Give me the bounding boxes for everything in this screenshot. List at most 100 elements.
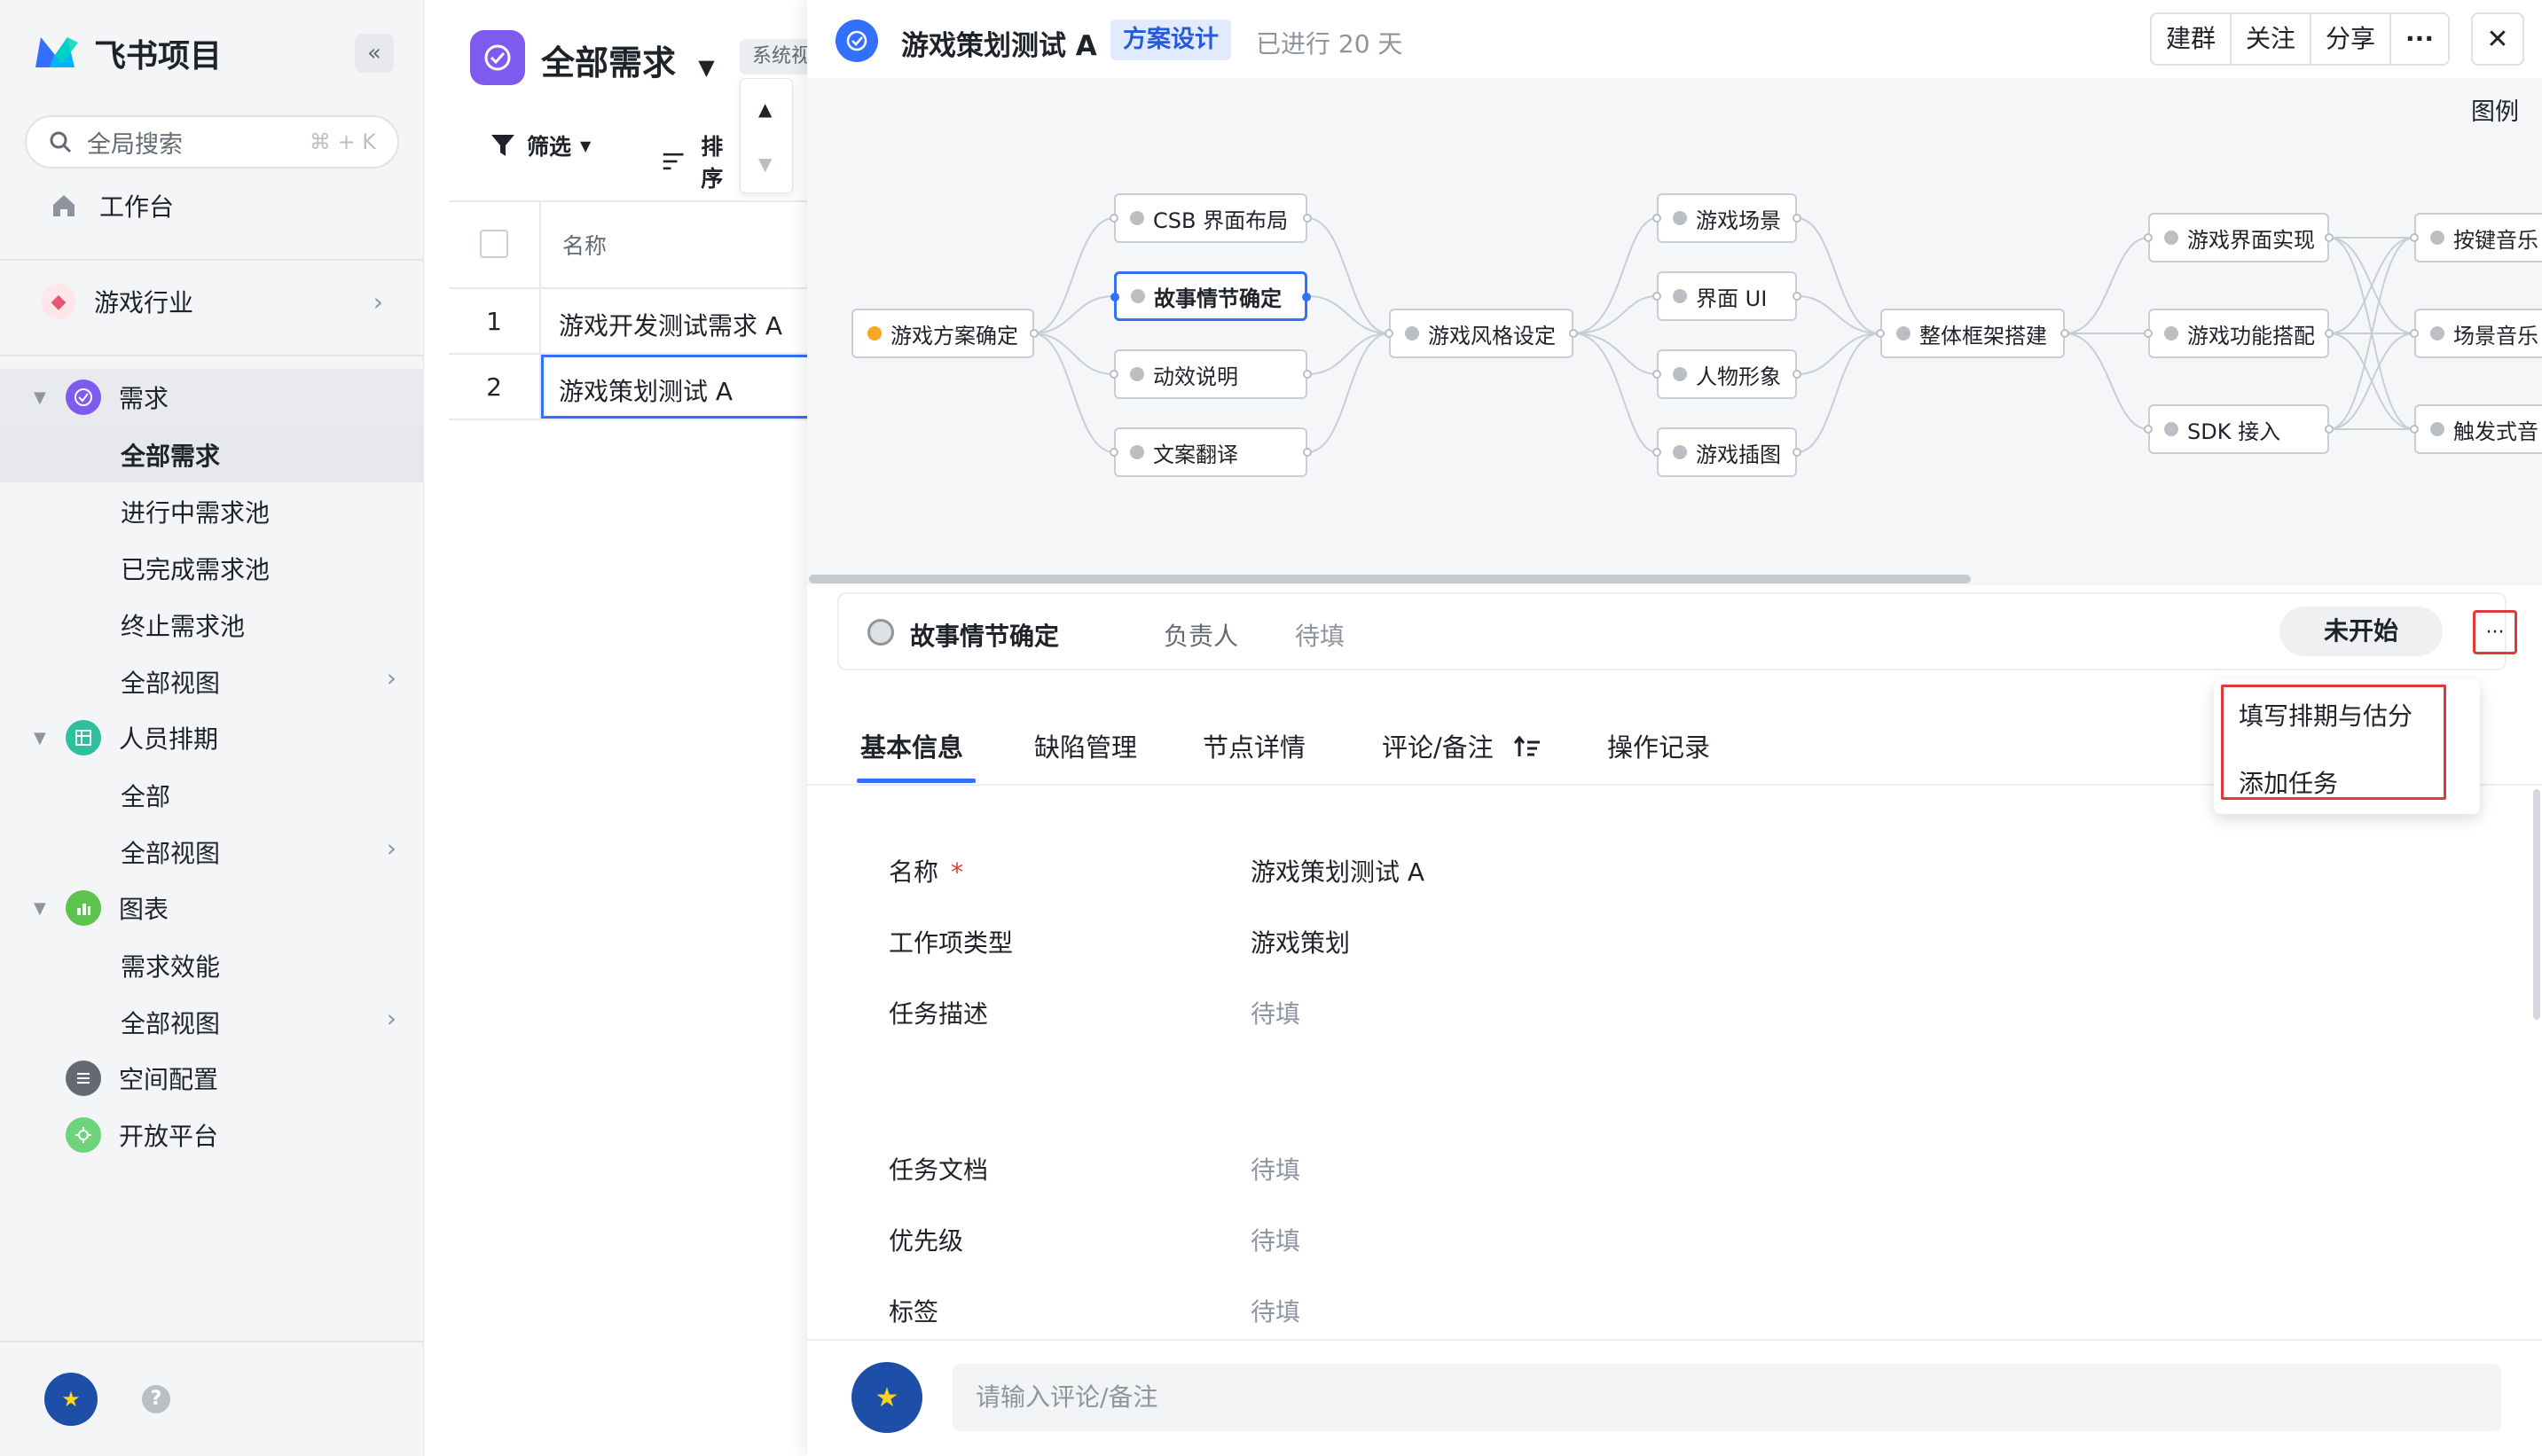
flow-node[interactable]: 游戏界面实现 (2144, 213, 2334, 262)
node-status-dot (2430, 326, 2444, 341)
table-row[interactable]: 1 游戏开发测试需求 A (449, 289, 807, 355)
node-port (1569, 329, 1578, 338)
group-requirements[interactable]: ▼ 需求 (34, 380, 169, 415)
comment-input[interactable]: 请输入评论/备注 (953, 1364, 2501, 1431)
space-icon: ◆ (41, 284, 76, 319)
detail-header: 游戏策划测试 A 方案设计 已进行 20 天 建群 关注 分享 ··· ✕ (807, 0, 2542, 78)
tab-basic-info[interactable]: 基本信息 (860, 727, 963, 764)
filter-icon (491, 135, 514, 156)
tab-activity-log[interactable]: 操作记录 (1607, 727, 1710, 764)
sidebar-item-space-config[interactable]: 空间配置 (66, 1061, 218, 1096)
sidebar-item-efficiency[interactable]: 需求效能 (121, 948, 220, 983)
progress-text: 已进行 20 天 (1256, 29, 1403, 59)
share-button[interactable]: 分享 (2311, 14, 2392, 64)
group-schedule[interactable]: ▼ 人员排期 (34, 720, 218, 755)
filter-button[interactable]: 筛选 ▼ (490, 129, 591, 161)
sidebar-item-schedule-views[interactable]: 全部视图 (121, 834, 220, 870)
sidebar-item-open-platform[interactable]: 开放平台 (66, 1117, 218, 1153)
group-charts[interactable]: ▼ 图表 (34, 890, 169, 926)
sidebar-item-in-progress-pool[interactable]: 进行中需求池 (121, 494, 270, 529)
flow-node[interactable]: CSB 界面布局 (1110, 193, 1312, 243)
flow-node[interactable]: 游戏场景 (1652, 193, 1801, 243)
row-name[interactable]: 游戏策划测试 A (559, 372, 733, 408)
field-label-document: 任务文档 (889, 1155, 989, 1185)
flow-node[interactable]: 动效说明 (1110, 349, 1312, 399)
sort-order-icon[interactable] (1513, 735, 1541, 760)
node-label: 游戏插图 (1696, 442, 1781, 467)
close-icon: ✕ (2486, 23, 2509, 55)
sidebar-item-schedule-all[interactable]: 全部 (121, 778, 170, 813)
search-placeholder: 全局搜索 (87, 130, 183, 159)
tab-comments[interactable]: 评论/备注 (1382, 727, 1541, 764)
horizontal-scrollbar[interactable] (809, 575, 1971, 583)
close-button[interactable]: ✕ (2471, 12, 2524, 66)
field-value-description[interactable]: 待填 (1251, 995, 1300, 1030)
node-more-button[interactable]: ··· (2473, 610, 2517, 654)
detail-title[interactable]: 游戏策划测试 A (901, 23, 1097, 63)
node-status-dot (1673, 211, 1687, 225)
row-name[interactable]: 游戏开发测试需求 A (559, 307, 782, 342)
app-logo[interactable]: 飞书项目 (32, 28, 222, 78)
node-status-button[interactable]: 未开始 (2279, 607, 2443, 656)
select-all-checkbox[interactable] (480, 230, 508, 258)
table-row[interactable]: 2 游戏策划测试 A (449, 355, 807, 420)
flow-node[interactable]: 按键音乐 (2410, 213, 2542, 262)
sort-descending-icon[interactable]: ▼ (758, 153, 772, 175)
flow-node[interactable]: 游戏方案确定 (851, 309, 1039, 358)
node-label: 游戏场景 (1696, 207, 1781, 233)
field-value-document[interactable]: 待填 (1251, 1151, 1300, 1186)
flow-node[interactable]: 界面 UI (1652, 271, 1801, 321)
caret-down-icon: ▼ (34, 728, 46, 748)
sort-ascending-icon[interactable]: ▲ (758, 98, 772, 120)
node-status-dot (2164, 231, 2178, 245)
sidebar-item-chart-views[interactable]: 全部视图 (121, 1005, 220, 1040)
field-value-type[interactable]: 游戏策划 (1251, 924, 1350, 959)
space-switcher[interactable]: ◆ 游戏行业 › (41, 284, 404, 319)
tab-defects[interactable]: 缺陷管理 (1034, 727, 1137, 764)
tab-node-details[interactable]: 节点详情 (1203, 727, 1306, 764)
node-label: 整体框架搭建 (1919, 323, 2047, 348)
flow-node[interactable]: SDK 接入 (2144, 404, 2334, 454)
sidebar-item-completed-pool[interactable]: 已完成需求池 (121, 551, 270, 586)
help-icon[interactable]: ? (142, 1385, 170, 1413)
menu-item-fill-schedule[interactable]: 填写排期与估分 (2239, 697, 2413, 732)
header-actions: 建群 关注 分享 ··· (2150, 12, 2450, 66)
star-icon: ★ (875, 1382, 899, 1413)
field-value-priority[interactable]: 待填 (1251, 1222, 1300, 1257)
field-value-name[interactable]: 游戏策划测试 A (1251, 853, 1424, 888)
node-port (1793, 214, 1801, 223)
sidebar-item-terminated-pool[interactable]: 终止需求池 (121, 607, 245, 643)
page-title[interactable]: 全部需求 ▼ (541, 35, 715, 84)
sort-button[interactable]: 排序 (662, 129, 740, 193)
create-group-button[interactable]: 建群 (2152, 14, 2232, 64)
node-name: 故事情节确定 (910, 622, 1060, 651)
flow-node[interactable]: 人物形象 (1652, 349, 1801, 399)
workflow-canvas[interactable]: 图例 游戏方案确定 CSB 界面布局 故事情节确定 动效说明 文案翻译 游戏风格… (807, 78, 2542, 585)
more-actions-button[interactable]: ··· (2391, 14, 2448, 64)
flow-node[interactable]: 游戏插图 (1652, 427, 1801, 477)
sidebar-item-all-views[interactable]: 全部视图 (121, 664, 404, 700)
flow-node[interactable]: 文案翻译 (1110, 427, 1312, 477)
flow-node[interactable]: 触发式音 (2410, 404, 2542, 454)
node-port (1652, 214, 1661, 223)
vertical-scrollbar[interactable] (2533, 789, 2540, 1020)
flow-node-selected[interactable]: 故事情节确定 (1110, 271, 1311, 321)
follow-button[interactable]: 关注 (2232, 14, 2312, 64)
flow-node[interactable]: 场景音乐 (2410, 309, 2542, 358)
owner-value[interactable]: 待填 (1295, 617, 1345, 653)
user-avatar[interactable]: ★ (44, 1373, 98, 1426)
stage-tag[interactable]: 方案设计 (1110, 20, 1231, 60)
sidebar-item-all-requirements[interactable]: 全部需求 (121, 437, 220, 473)
collapse-sidebar-button[interactable]: « (355, 34, 394, 73)
flow-node[interactable]: 游戏功能搭配 (2144, 309, 2334, 358)
column-header-name[interactable]: 名称 (562, 229, 607, 261)
menu-item-add-task[interactable]: 添加任务 (2239, 764, 2338, 800)
global-search-input[interactable]: 全局搜索 ⌘ + K (25, 115, 399, 168)
field-label-name: 名称 * (889, 853, 963, 888)
space-name: 游戏行业 (94, 288, 194, 317)
double-chevron-left-icon: « (367, 40, 381, 67)
field-value-tags[interactable]: 待填 (1251, 1293, 1300, 1328)
flow-node[interactable]: 游戏风格设定 (1385, 309, 1578, 358)
sidebar-item-workbench[interactable]: 工作台 (50, 188, 174, 223)
flow-node[interactable]: 整体框架搭建 (1876, 309, 2069, 358)
